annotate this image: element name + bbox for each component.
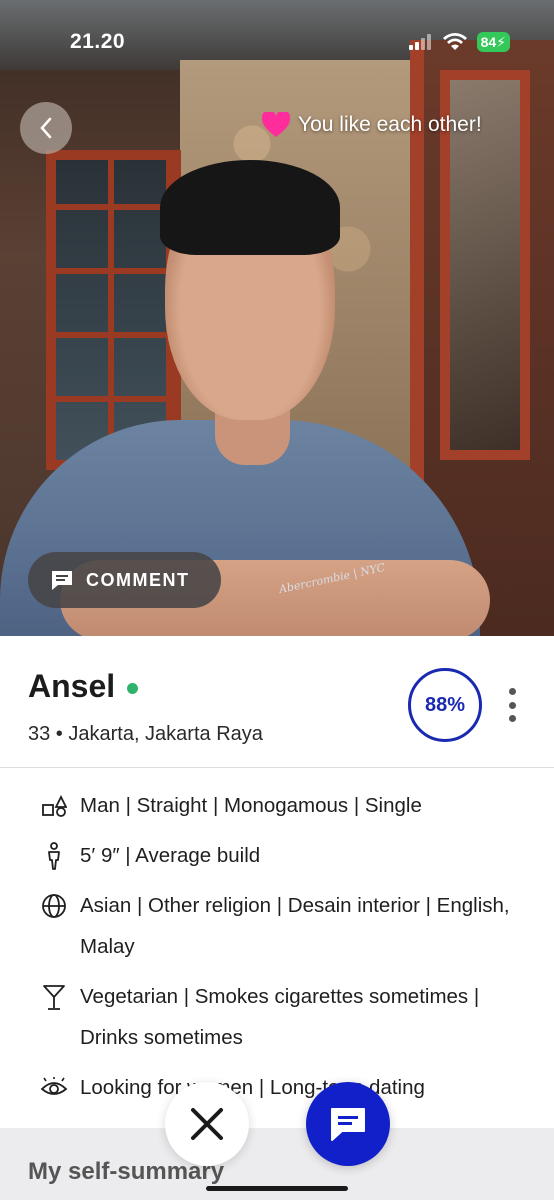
chevron-left-icon <box>40 117 52 139</box>
detail-row-identity: Man | Straight | Monogamous | Single <box>40 792 530 826</box>
profile-photo[interactable]: Abercrombie | NYC <box>0 0 554 636</box>
message-button[interactable] <box>306 1082 390 1166</box>
comment-button[interactable]: COMMENT <box>28 552 221 608</box>
globe-icon <box>40 892 68 920</box>
wifi-icon <box>442 33 467 50</box>
photo-person-hair <box>160 160 340 255</box>
more-dot <box>508 688 516 695</box>
signal-icon <box>408 34 431 50</box>
detail-text: 5′ 9″ | Average build <box>80 844 261 867</box>
more-dot <box>508 701 516 709</box>
detail-row-lifestyle: Vegetarian | Smokes cigarettes sometimes… <box>40 983 530 1058</box>
online-status-dot <box>127 683 139 694</box>
detail-row-background: Asian | Other religion | Desain interior… <box>40 892 530 967</box>
comment-icon <box>52 571 72 590</box>
profile-header: Ansel 33 • Jakarta, Jakarta Raya 88% <box>0 636 554 768</box>
match-percentage-badge[interactable]: 88% <box>408 668 482 742</box>
gender-icon <box>40 792 68 820</box>
profile-name: Ansel <box>28 668 116 704</box>
body-icon <box>40 842 68 870</box>
eye-icon <box>40 1074 68 1102</box>
cocktail-icon <box>40 983 68 1011</box>
mutual-like-banner: You like each other! <box>262 112 482 138</box>
status-time: 21.20 <box>70 30 126 53</box>
more-dot <box>508 715 516 722</box>
status-bar: 21.20 84⚡ <box>0 0 554 80</box>
pass-button[interactable] <box>165 1082 249 1166</box>
home-indicator <box>206 1186 348 1191</box>
comment-label: COMMENT <box>86 569 190 590</box>
match-percentage: 88% <box>424 693 466 716</box>
close-icon <box>191 1108 223 1140</box>
detail-row-body: 5′ 9″ | Average build <box>40 842 530 876</box>
more-options-button[interactable] <box>502 688 522 722</box>
status-icons: 84⚡ <box>408 32 510 52</box>
detail-text: Vegetarian | Smokes cigarettes sometimes… <box>80 985 480 1049</box>
battery-indicator: 84⚡ <box>476 32 510 52</box>
detail-text: Asian | Other religion | Desain interior… <box>80 894 510 958</box>
heart-icon <box>262 112 290 137</box>
message-icon <box>331 1108 365 1141</box>
detail-text: Man | Straight | Monogamous | Single <box>80 794 422 817</box>
back-button[interactable] <box>20 102 72 154</box>
detail-row-looking-for: Looking for women | Long-term dating <box>40 1074 530 1108</box>
mutual-like-text: You like each other! <box>298 113 482 136</box>
